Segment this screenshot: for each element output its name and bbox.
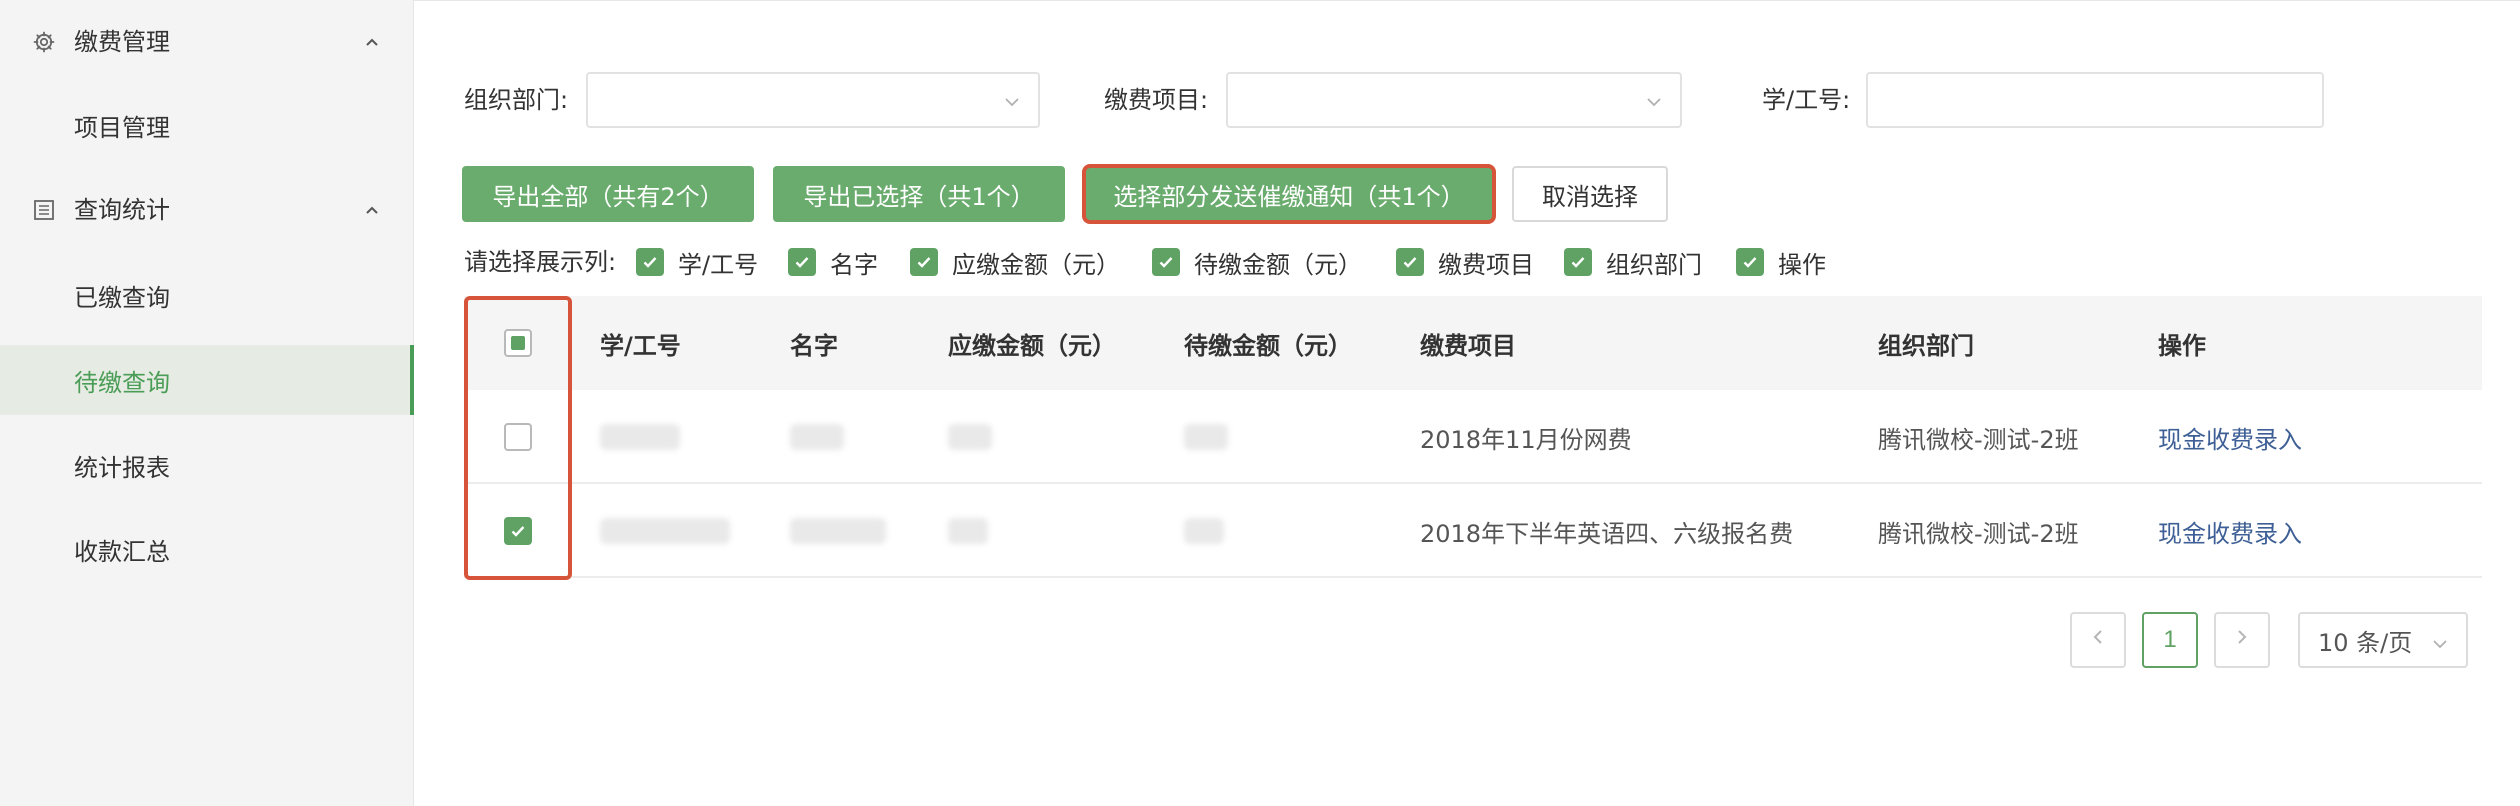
sidebar-group-query-statistics[interactable]: 查询统计 (0, 182, 414, 238)
column-toggle-label: 待缴金额（元） (1194, 250, 1362, 279)
chevron-up-icon (362, 32, 382, 52)
cell-payment-item: 2018年11月份网费 (1420, 425, 1632, 454)
sidebar-item-label: 已缴查询 (74, 283, 170, 312)
gear-icon (30, 28, 58, 56)
column-toggle-label: 名字 (830, 250, 878, 279)
top-divider (414, 0, 2520, 1)
cell-due-amount (948, 390, 992, 484)
cell-pending-amount (1184, 390, 1228, 484)
sidebar-item-label: 项目管理 (74, 113, 170, 142)
sidebar-item-label: 统计报表 (74, 453, 170, 482)
sidebar-group-label: 查询统计 (74, 196, 170, 224)
checkbox-checked-icon (910, 248, 938, 276)
sidebar-item-label: 待缴查询 (74, 368, 170, 397)
column-toggle-action[interactable]: 操作 (1736, 244, 1826, 280)
column-toggle-due-amount[interactable]: 应缴金额（元） (910, 244, 1120, 280)
blurred-value (1184, 424, 1228, 450)
sidebar-group-payment-management[interactable]: 缴费管理 (0, 14, 414, 70)
list-icon (30, 196, 58, 224)
checkbox-checked-icon (636, 248, 664, 276)
blurred-value (600, 518, 730, 544)
cell-due-amount (948, 484, 988, 578)
chevron-up-icon (362, 200, 382, 220)
blurred-value (600, 424, 680, 450)
column-header-name[interactable]: 名字 (790, 296, 838, 390)
sidebar-item-project-management[interactable]: 项目管理 (0, 90, 414, 160)
column-header-department[interactable]: 组织部门 (1878, 296, 1974, 390)
cancel-selection-button[interactable]: 取消选择 (1512, 166, 1668, 222)
column-toggle-label: 操作 (1778, 250, 1826, 279)
app-root: 缴费管理 项目管理 查询统计 已缴查询 待缴查询 统计报表 收款汇总 组织部门:… (0, 0, 2520, 806)
blurred-value (1184, 518, 1224, 544)
sidebar-item-label: 收款汇总 (74, 537, 170, 566)
payment-item-select[interactable] (1226, 72, 1682, 128)
id-filter-label: 学/工号: (1762, 86, 1851, 114)
sidebar-item-collection-summary[interactable]: 收款汇总 (0, 514, 414, 584)
chevron-down-icon (1644, 92, 1664, 112)
column-chooser-label: 请选择展示列: (464, 248, 617, 276)
cell-id (600, 484, 730, 578)
column-toggle-label: 应缴金额（元） (952, 250, 1120, 279)
dept-filter-label: 组织部门: (464, 86, 569, 114)
checkbox-checked-icon (1736, 248, 1764, 276)
table-row: 2018年11月份网费 腾讯微校-测试-2班 现金收费录入 (464, 390, 2482, 484)
sidebar-group-label: 缴费管理 (74, 28, 170, 56)
page-1-button[interactable]: 1 (2142, 612, 2198, 668)
blurred-value (948, 424, 992, 450)
table-header-row: 学/工号 名字 应缴金额（元） 待缴金额（元） 缴费项目 组织部门 操作 (464, 296, 2482, 390)
export-selected-button[interactable]: 导出已选择（共1个） (773, 166, 1065, 222)
cash-payment-entry-link[interactable]: 现金收费录入 (2158, 390, 2302, 484)
chevron-down-icon (1002, 92, 1022, 112)
prev-page-button[interactable] (2070, 612, 2126, 668)
cell-name (790, 484, 886, 578)
export-all-button[interactable]: 导出全部（共有2个） (462, 166, 754, 222)
cell-pending-amount (1184, 484, 1224, 578)
column-toggle-label: 学/工号 (678, 250, 759, 279)
column-toggle-name[interactable]: 名字 (788, 244, 878, 280)
sidebar-item-statistics-report[interactable]: 统计报表 (0, 430, 414, 500)
column-header-id[interactable]: 学/工号 (600, 296, 681, 390)
sidebar-item-pending-query[interactable]: 待缴查询 (0, 345, 414, 415)
next-page-button[interactable] (2214, 612, 2270, 668)
column-toggle-label: 缴费项目 (1438, 250, 1534, 279)
column-toggle-id[interactable]: 学/工号 (636, 244, 758, 280)
blurred-value (790, 424, 844, 450)
table-row: 2018年下半年英语四、六级报名费 腾讯微校-测试-2班 现金收费录入 (464, 484, 2482, 578)
chevron-left-icon (2088, 626, 2108, 654)
column-header-due-amount[interactable]: 应缴金额（元） (948, 296, 1116, 390)
checkbox-checked-icon (1152, 248, 1180, 276)
cell-department: 腾讯微校-测试-2班 (1878, 519, 2079, 548)
dept-select[interactable] (586, 72, 1040, 128)
cell-id (600, 390, 680, 484)
cell-name (790, 390, 844, 484)
column-header-action[interactable]: 操作 (2158, 296, 2206, 390)
blurred-value (790, 518, 886, 544)
page-size-value: 10 条/页 (2318, 628, 2413, 657)
checkbox-checked-icon (1396, 248, 1424, 276)
column-header-pending-amount[interactable]: 待缴金额（元） (1184, 296, 1352, 390)
checkbox-checked-icon (788, 248, 816, 276)
item-filter-label: 缴费项目: (1104, 86, 1209, 114)
page-size-select[interactable]: 10 条/页 (2298, 612, 2468, 668)
cell-department: 腾讯微校-测试-2班 (1878, 425, 2079, 454)
sidebar: 缴费管理 项目管理 查询统计 已缴查询 待缴查询 统计报表 收款汇总 (0, 0, 414, 806)
column-toggle-label: 组织部门 (1606, 250, 1702, 279)
cell-payment-item: 2018年下半年英语四、六级报名费 (1420, 519, 1794, 548)
column-toggle-department[interactable]: 组织部门 (1564, 244, 1702, 280)
chevron-down-icon (2430, 632, 2450, 660)
cash-payment-entry-link[interactable]: 现金收费录入 (2158, 484, 2302, 578)
column-toggle-pending-amount[interactable]: 待缴金额（元） (1152, 244, 1362, 280)
checkbox-checked-icon (1564, 248, 1592, 276)
blurred-value (948, 518, 988, 544)
checkbox-column-highlight (464, 296, 572, 580)
send-payment-notice-button[interactable]: 选择部分发送催缴通知（共1个） (1086, 168, 1492, 220)
sidebar-item-paid-query[interactable]: 已缴查询 (0, 260, 414, 330)
column-toggle-payment-item[interactable]: 缴费项目 (1396, 244, 1534, 280)
column-header-payment-item[interactable]: 缴费项目 (1420, 296, 1516, 390)
student-id-input[interactable] (1866, 72, 2324, 128)
chevron-right-icon (2232, 626, 2252, 654)
